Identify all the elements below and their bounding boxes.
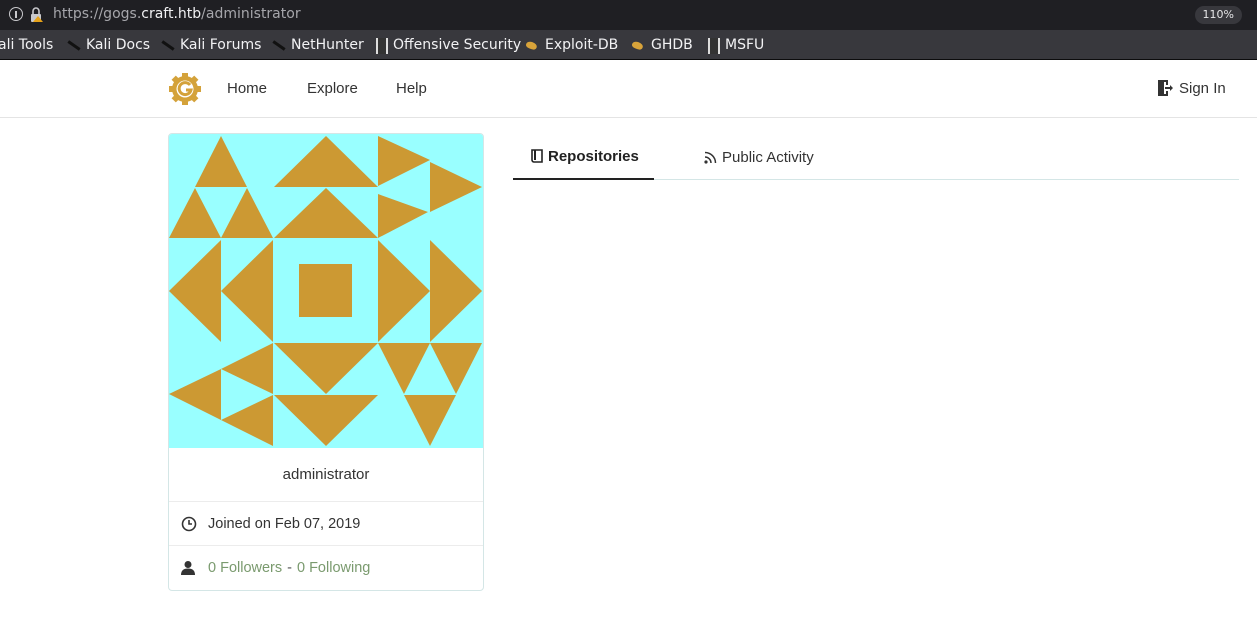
tab-repositories[interactable]: Repositories xyxy=(513,134,654,180)
bookmark-label: NetHunter xyxy=(291,37,364,53)
insecure-lock-icon[interactable] xyxy=(30,7,44,23)
offsec-icon xyxy=(373,38,388,54)
bookmark-offensive-security[interactable]: Offensive Security xyxy=(373,37,522,54)
followers-link[interactable]: 0 Followers xyxy=(208,560,282,576)
browser-url-bar[interactable]: https://gogs.craft.htb/administrator 110… xyxy=(0,0,1257,30)
exploitdb-icon xyxy=(525,38,539,52)
url-host: craft.htb xyxy=(141,6,202,22)
clock-icon xyxy=(181,516,197,531)
bookmark-msfu[interactable]: MSFU xyxy=(705,37,765,54)
kali-dragon-icon xyxy=(160,38,174,52)
profile-username: administrator xyxy=(169,448,483,502)
bookmark-kali-tools[interactable]: ali Tools xyxy=(0,37,53,53)
bookmark-label: ali Tools xyxy=(0,37,54,53)
offsec-icon xyxy=(705,38,720,54)
following-link[interactable]: 0 Following xyxy=(297,560,370,576)
url-prefix: https://gogs. xyxy=(53,6,142,22)
profile-tabs: Repositories Public Activity xyxy=(513,134,1239,180)
tab-public-activity[interactable]: Public Activity xyxy=(704,134,814,180)
repo-book-icon xyxy=(531,148,543,163)
follow-separator: - xyxy=(287,560,292,576)
bookmark-label: Kali Forums xyxy=(180,37,262,53)
sign-in-icon xyxy=(1158,80,1173,96)
bookmark-kali-docs[interactable]: Kali Docs xyxy=(66,37,150,53)
site-navbar: Home Explore Help Sign In xyxy=(0,60,1257,118)
nav-home-link[interactable]: Home xyxy=(227,80,267,97)
nav-explore-link[interactable]: Explore xyxy=(307,80,358,97)
tab-repositories-label: Repositories xyxy=(548,147,639,165)
bookmark-nethunter[interactable]: NetHunter xyxy=(271,37,364,53)
bookmark-label: Exploit-DB xyxy=(545,37,619,53)
profile-follow-row: 0 Followers - 0 Following xyxy=(169,546,483,590)
identicon-avatar xyxy=(169,134,483,448)
bookmark-label: Offensive Security xyxy=(393,37,522,53)
rss-feed-icon xyxy=(704,151,717,164)
bookmarks-toolbar: ali Tools Kali Docs Kali Forums NetHunte… xyxy=(0,30,1257,60)
profile-card: administrator Joined on Feb 07, 2019 0 F… xyxy=(168,133,484,591)
exploitdb-icon xyxy=(631,38,645,52)
bookmark-exploit-db[interactable]: Exploit-DB xyxy=(525,37,618,53)
url-text[interactable]: https://gogs.craft.htb/administrator xyxy=(53,6,301,22)
sign-in-button[interactable]: Sign In xyxy=(1157,79,1226,97)
bookmark-label: GHDB xyxy=(651,37,693,53)
tab-public-activity-label: Public Activity xyxy=(722,148,814,166)
sign-in-label: Sign In xyxy=(1179,79,1226,97)
kali-dragon-icon xyxy=(271,38,285,52)
kali-dragon-icon xyxy=(66,38,80,52)
bookmark-ghdb[interactable]: GHDB xyxy=(631,37,693,53)
bookmark-label: Kali Docs xyxy=(86,37,151,53)
nav-help-link[interactable]: Help xyxy=(396,80,427,97)
profile-joined-date: Joined on Feb 07, 2019 xyxy=(208,515,361,532)
zoom-level-badge[interactable]: 110% xyxy=(1194,6,1242,24)
site-info-icon[interactable] xyxy=(9,7,23,21)
bookmark-kali-forums[interactable]: Kali Forums xyxy=(160,37,261,53)
profile-joined-row: Joined on Feb 07, 2019 xyxy=(169,502,483,546)
user-icon xyxy=(181,561,195,575)
gogs-logo-icon[interactable] xyxy=(168,72,202,106)
bookmark-label: MSFU xyxy=(725,37,765,53)
url-path: /administrator xyxy=(201,6,301,22)
